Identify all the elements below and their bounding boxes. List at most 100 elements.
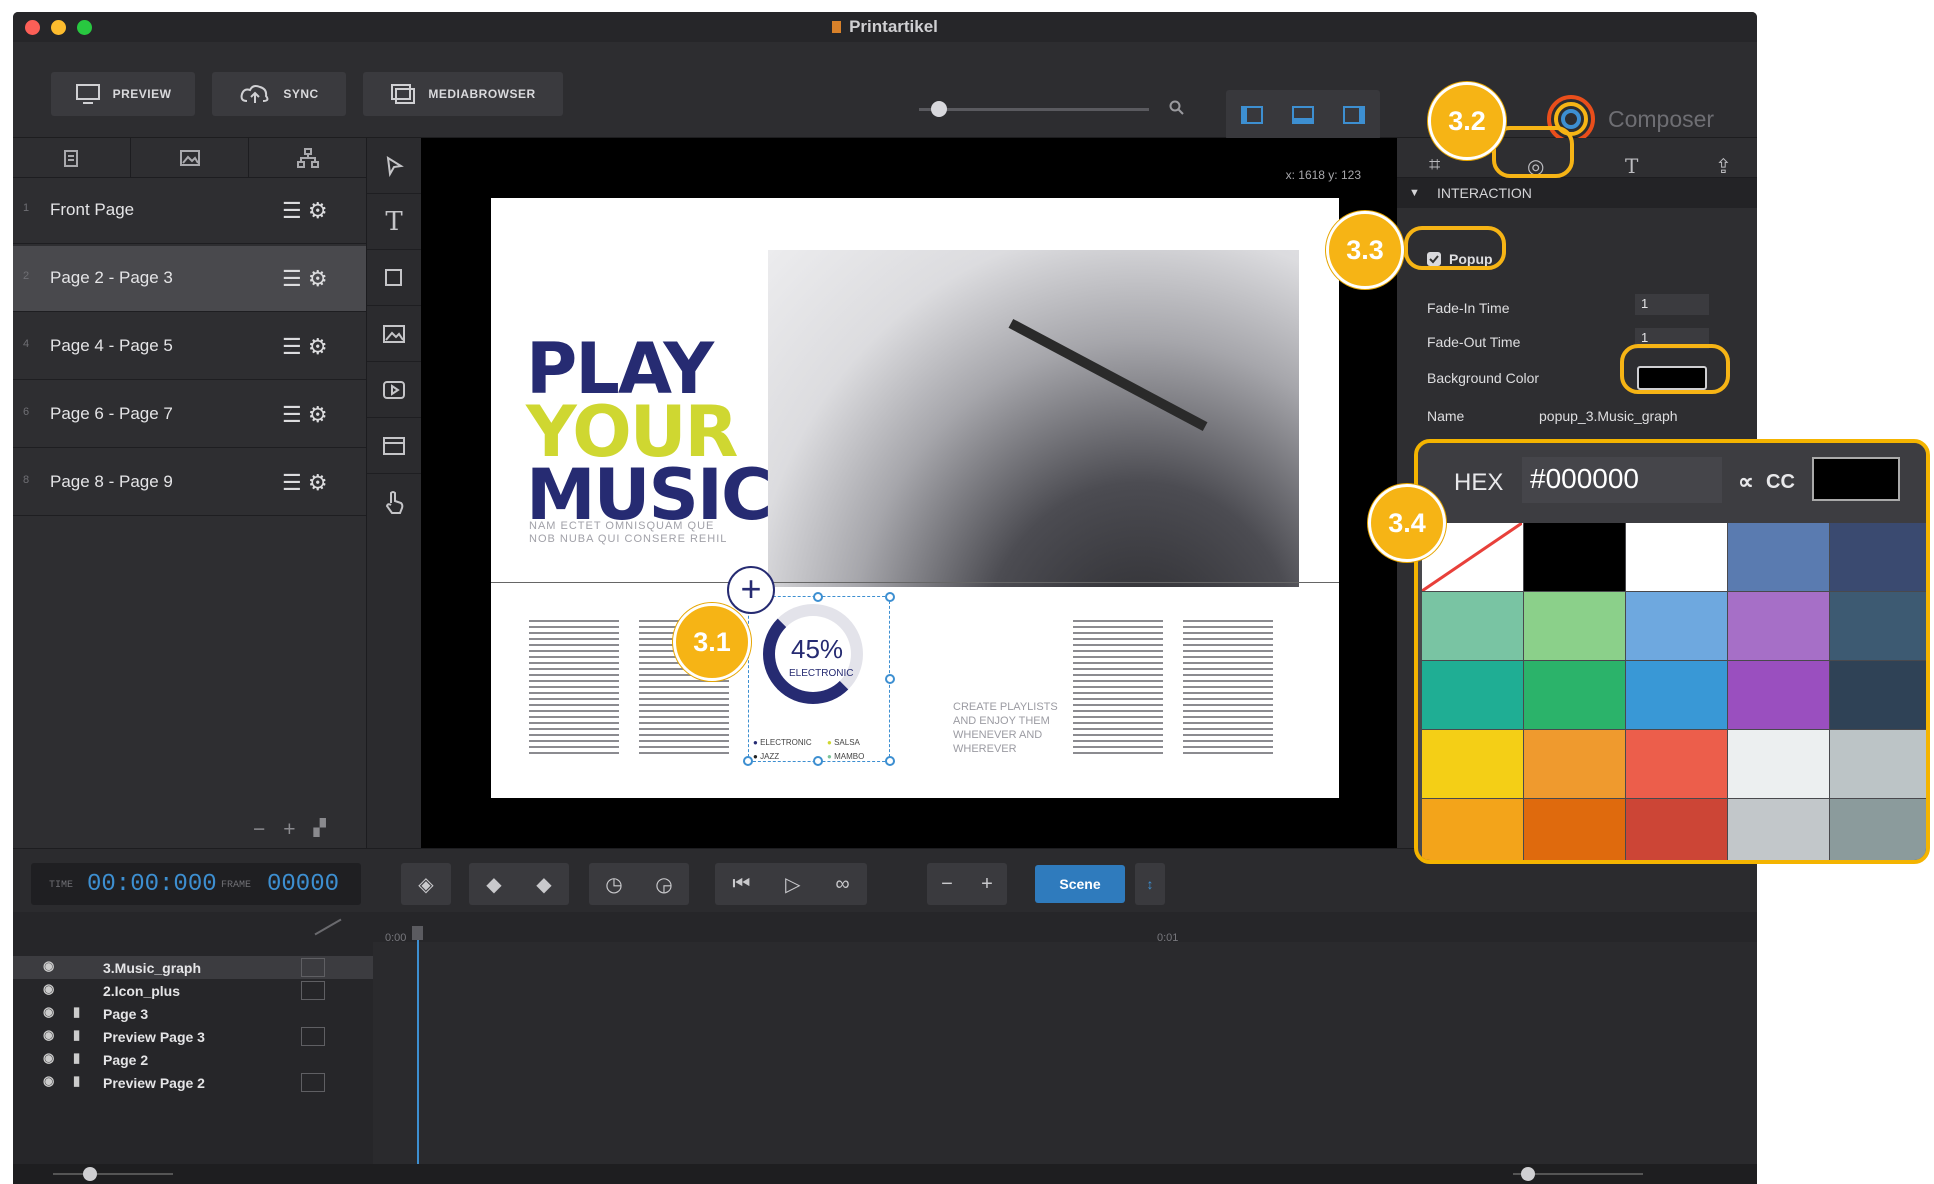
- mediabrowser-button[interactable]: MEDIABROWSER: [363, 72, 563, 116]
- zoom-slider-knob[interactable]: [931, 101, 947, 117]
- zoom-out-icon[interactable]: −: [941, 873, 953, 896]
- current-color-preview[interactable]: [1812, 457, 1900, 501]
- eye-icon[interactable]: ◉: [43, 981, 54, 997]
- layer-row[interactable]: ◉ ▮ Preview Page 3: [13, 1025, 373, 1048]
- color-swatch[interactable]: [1728, 730, 1830, 798]
- color-swatch[interactable]: [1524, 730, 1626, 798]
- eye-icon[interactable]: ◉: [43, 1004, 54, 1020]
- color-swatch[interactable]: [1422, 661, 1524, 729]
- color-swatch[interactable]: [1830, 523, 1926, 591]
- timeline-track[interactable]: 0:00 0:01: [373, 912, 1757, 1164]
- image-tool[interactable]: [367, 306, 421, 362]
- eye-icon[interactable]: ◉: [43, 1027, 54, 1043]
- hex-input[interactable]: #000000: [1522, 457, 1722, 503]
- loop-icon[interactable]: ∞: [835, 873, 849, 896]
- color-swatch[interactable]: [1524, 523, 1626, 591]
- slideshow-tool[interactable]: [367, 418, 421, 474]
- tab-structure[interactable]: [249, 138, 366, 177]
- video-tool[interactable]: [367, 362, 421, 418]
- shape-tool[interactable]: [367, 250, 421, 306]
- tab-pages[interactable]: [13, 138, 131, 177]
- lock-icon[interactable]: ▮: [73, 1073, 80, 1089]
- resize-handle-br[interactable]: [885, 756, 895, 766]
- resize-handle-r[interactable]: [885, 674, 895, 684]
- color-swatch[interactable]: [1830, 799, 1926, 860]
- layer-zoom-knob[interactable]: [83, 1167, 97, 1181]
- turntable-photo[interactable]: [768, 250, 1299, 587]
- lock-icon[interactable]: ▮: [73, 1027, 80, 1043]
- color-swatch[interactable]: [1626, 730, 1728, 798]
- color-swatch[interactable]: [1728, 661, 1830, 729]
- plus-icon[interactable]: +: [727, 566, 775, 614]
- color-swatch[interactable]: [1422, 592, 1524, 660]
- zoom-slider[interactable]: [919, 108, 1149, 111]
- page-options-icon[interactable]: ☰ ⚙: [282, 402, 328, 428]
- page-list-item[interactable]: 2 Page 2 - Page 3 ☰ ⚙: [13, 246, 366, 312]
- color-swatch[interactable]: [1830, 730, 1926, 798]
- eye-icon[interactable]: ◉: [43, 1073, 54, 1089]
- tab-assets[interactable]: [131, 138, 249, 177]
- page-options-icon[interactable]: ☰ ⚙: [282, 470, 328, 496]
- layer-row[interactable]: ◉ ▮ Preview Page 2: [13, 1071, 373, 1094]
- clock-alt-icon[interactable]: ◶: [655, 872, 672, 897]
- color-swatch[interactable]: [1830, 592, 1926, 660]
- rewind-icon[interactable]: ⏮: [732, 873, 750, 896]
- zoom-window-button[interactable]: [77, 20, 92, 35]
- remove-page-icon[interactable]: −: [253, 818, 265, 842]
- color-swatch[interactable]: [1728, 592, 1830, 660]
- lock-icon[interactable]: ▮: [73, 1050, 80, 1066]
- selection-box[interactable]: [748, 596, 890, 762]
- close-window-button[interactable]: [25, 20, 40, 35]
- interaction-section-header[interactable]: INTERACTION: [1397, 178, 1757, 208]
- page-options-icon[interactable]: ☰ ⚙: [282, 198, 328, 224]
- resize-handle-t[interactable]: [813, 592, 823, 602]
- color-swatch[interactable]: [1524, 592, 1626, 660]
- scene-menu-button[interactable]: ↕: [1135, 863, 1165, 905]
- layer-row[interactable]: ◉ ▮ Page 2: [13, 1048, 373, 1071]
- minimize-window-button[interactable]: [51, 20, 66, 35]
- duplicate-page-icon[interactable]: ▞: [314, 818, 326, 842]
- color-swatch[interactable]: [1728, 523, 1830, 591]
- add-page-icon[interactable]: +: [283, 818, 295, 842]
- playhead-handle[interactable]: [412, 926, 423, 940]
- zoom-in-icon[interactable]: +: [981, 873, 993, 896]
- eye-icon[interactable]: ◉: [43, 1050, 54, 1066]
- play-icon[interactable]: ▷: [785, 872, 800, 897]
- text-tool[interactable]: T: [367, 194, 421, 250]
- color-swatch[interactable]: [1626, 661, 1728, 729]
- eye-icon[interactable]: ◉: [43, 958, 54, 974]
- layout-right-panel-button[interactable]: [1343, 106, 1366, 124]
- color-swatch[interactable]: [1422, 799, 1524, 860]
- resize-handle-tr[interactable]: [885, 592, 895, 602]
- color-swatch[interactable]: [1422, 730, 1524, 798]
- color-swatch[interactable]: [1626, 799, 1728, 860]
- timeline-zoom-knob[interactable]: [1521, 1167, 1535, 1181]
- page-spread[interactable]: PLAY YOUR MUSIC NAM ECTET OMNISQUAM QUE …: [491, 198, 1339, 798]
- prev-keyframe-icon[interactable]: ◆: [486, 872, 501, 897]
- preview-button[interactable]: PREVIEW: [51, 72, 195, 116]
- design-canvas[interactable]: x: 1618 y: 123 PLAY YOUR MUSIC NAM ECTET…: [421, 138, 1397, 848]
- fade-in-field[interactable]: 1: [1635, 294, 1709, 315]
- page-list-item[interactable]: 1 Front Page ☰ ⚙: [13, 178, 366, 244]
- page-list-item[interactable]: 4 Page 4 - Page 5 ☰ ⚙: [13, 314, 366, 380]
- playhead[interactable]: [417, 926, 419, 1164]
- page-options-icon[interactable]: ☰ ⚙: [282, 334, 328, 360]
- interaction-tool[interactable]: [367, 474, 421, 530]
- color-swatch[interactable]: [1524, 799, 1626, 860]
- resize-handle-b[interactable]: [813, 756, 823, 766]
- page-options-icon[interactable]: ☰ ⚙: [282, 266, 328, 292]
- color-swatch[interactable]: [1626, 592, 1728, 660]
- page-list-item[interactable]: 6 Page 6 - Page 7 ☰ ⚙: [13, 382, 366, 448]
- page-list-item[interactable]: 8 Page 8 - Page 9 ☰ ⚙: [13, 450, 366, 516]
- select-tool[interactable]: [367, 138, 421, 194]
- scene-button[interactable]: Scene: [1035, 865, 1125, 903]
- lock-icon[interactable]: ▮: [73, 1004, 80, 1020]
- sync-button[interactable]: SYNC: [212, 72, 346, 116]
- color-swatch[interactable]: [1524, 661, 1626, 729]
- color-swatch[interactable]: [1830, 661, 1926, 729]
- next-keyframe-icon[interactable]: ◆: [536, 872, 551, 897]
- keyframe-button[interactable]: ◈: [401, 863, 451, 905]
- layout-left-panel-button[interactable]: [1240, 106, 1263, 124]
- color-swatch[interactable]: [1626, 523, 1728, 591]
- layer-row[interactable]: ◉ 2.Icon_plus: [13, 979, 373, 1002]
